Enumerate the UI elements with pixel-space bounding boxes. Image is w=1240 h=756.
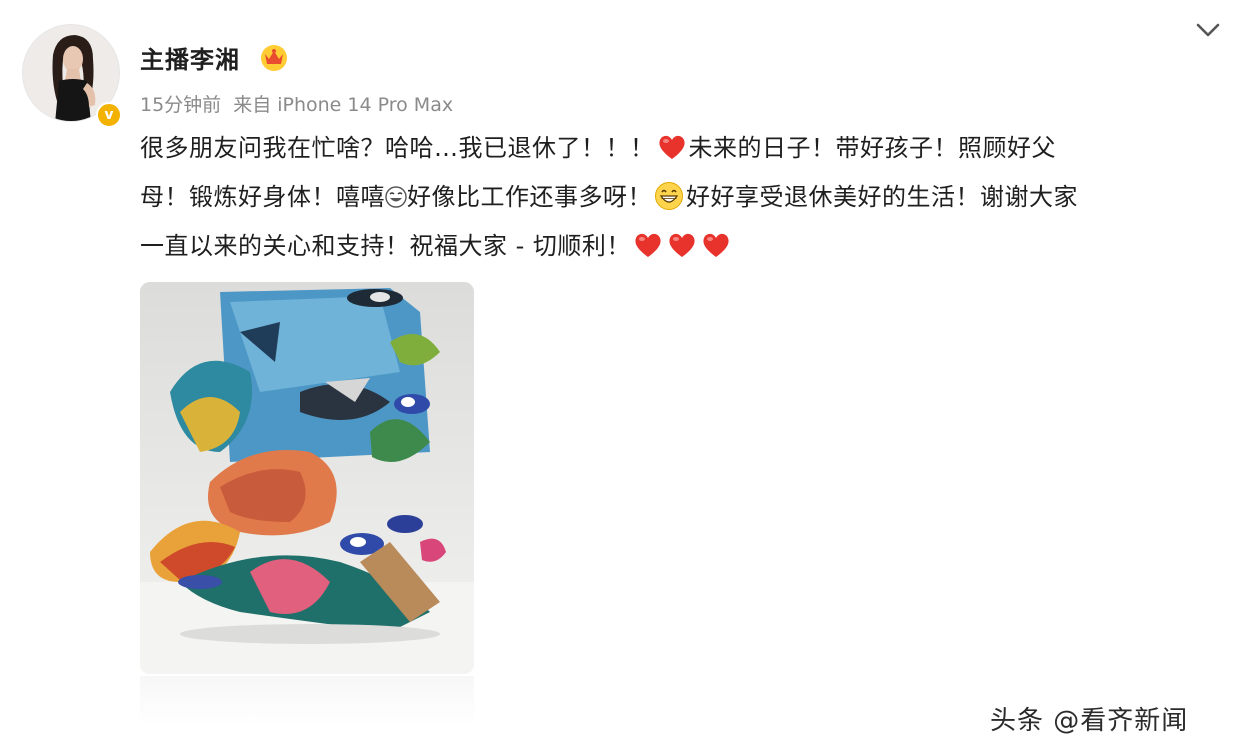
avatar[interactable]: v [22, 24, 122, 128]
content-segment-4: 好像比工作还事多呀！ [407, 183, 652, 211]
post-content: 很多朋友问我在忙啥？哈哈…我已退休了！！！ 未来的日子！带好孩子！照顾好父 母！锻… [140, 124, 1230, 271]
heart-icon [658, 135, 685, 159]
content-segment-1: 很多朋友问我在忙啥？哈哈…我已退休了！！！ [140, 134, 655, 162]
content-segment-3: 母！锻炼好身体！嘻嘻 [140, 183, 385, 211]
content-segment-5: 好好享受退休美好的生活！谢谢大家 [686, 183, 1078, 211]
content-segment-6: 一直以来的关心和支持！祝福大家 - 切顺利！ [140, 232, 631, 260]
watermark: 头条 @看齐新闻 [990, 706, 1189, 736]
verified-badge-icon: v [96, 102, 122, 128]
post-time[interactable]: 15分钟前 [140, 94, 221, 116]
image-footer [140, 676, 474, 726]
weibo-post: v 主播李湘 15分钟前 来自 iPhone 14 Pro Max 很多朋友问我在… [0, 0, 1240, 756]
heart-icon [669, 233, 695, 257]
chevron-down-icon[interactable] [1192, 18, 1224, 42]
content-segment-2: 未来的日子！带好孩子！照顾好父 [688, 134, 1056, 162]
laugh-face-icon [385, 186, 407, 208]
heart-icon [703, 233, 729, 257]
post-source: 来自 iPhone 14 Pro Max [233, 94, 454, 116]
grin-face-icon [655, 182, 683, 210]
post-meta: 15分钟前 来自 iPhone 14 Pro Max [140, 90, 453, 117]
crown-icon [261, 45, 287, 71]
heart-icon [635, 233, 661, 257]
username[interactable]: 主播李湘 [140, 40, 240, 75]
post-image[interactable] [140, 282, 474, 674]
